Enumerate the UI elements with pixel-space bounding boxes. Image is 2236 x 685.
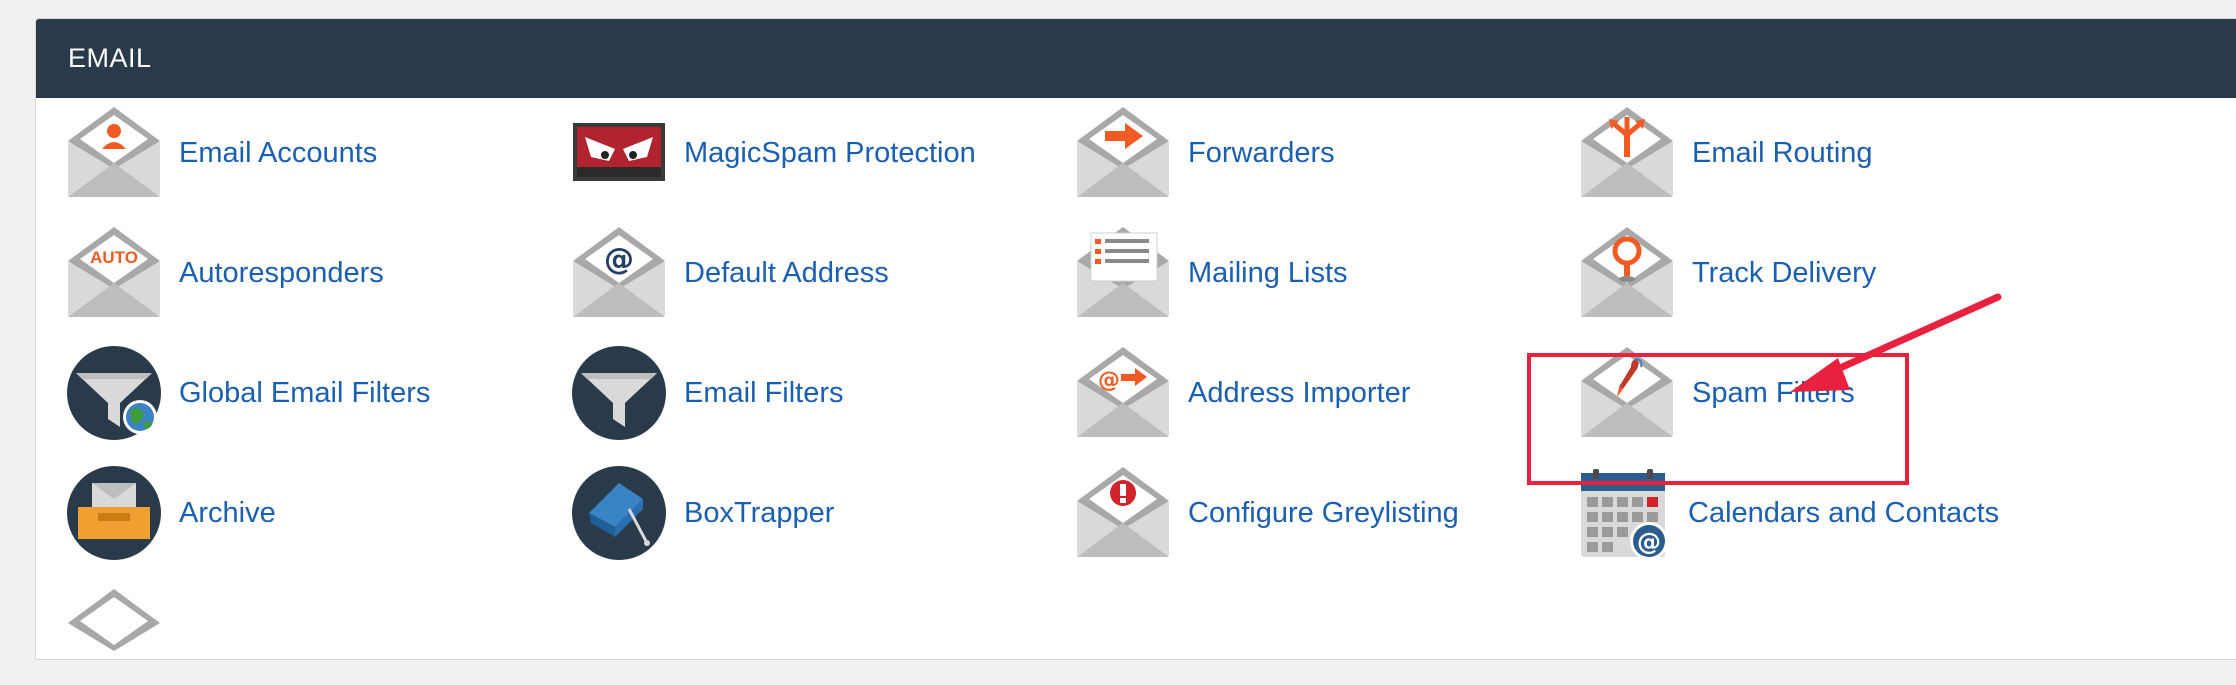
email-routing-link[interactable]: Email Routing <box>1579 103 1873 203</box>
item-label: Email Accounts <box>179 136 378 169</box>
item-label: Configure Greylisting <box>1188 496 1459 529</box>
item-label: Autoresponders <box>179 256 384 289</box>
track-delivery-link[interactable]: Track Delivery <box>1579 223 1876 323</box>
item-label: Email Routing <box>1692 136 1873 169</box>
boxtrapper-icon <box>571 465 667 561</box>
envelope-at-arrow-icon: @ <box>1075 345 1171 441</box>
item-label: Address Importer <box>1188 376 1411 409</box>
email-accounts-link[interactable]: Email Accounts <box>66 103 377 203</box>
email-filters-link[interactable]: Email Filters <box>571 343 844 443</box>
item-label: Calendars and Contacts <box>1688 496 2000 529</box>
archive-box-icon <box>66 465 162 561</box>
section-header: EMAIL <box>36 19 2236 98</box>
global-email-filters-link[interactable]: Global Email Filters <box>66 343 430 443</box>
envelope-pin-icon <box>1579 225 1675 321</box>
magicspam-protection-link[interactable]: MagicSpam Protection <box>571 103 976 203</box>
envelope-arrow-icon <box>1075 105 1171 201</box>
section-title: EMAIL <box>68 43 152 73</box>
envelope-icon <box>66 587 162 683</box>
mailing-lists-link[interactable]: Mailing Lists <box>1075 223 1348 323</box>
archive-link[interactable]: Archive <box>66 463 276 563</box>
spam-filters-highlight-box <box>1527 353 1909 485</box>
envelope-alert-icon <box>1075 465 1171 561</box>
forwarders-link[interactable]: Forwarders <box>1075 103 1335 203</box>
item-label: BoxTrapper <box>684 496 835 529</box>
funnel-icon <box>571 345 667 441</box>
magicspam-eyes-icon <box>571 105 667 201</box>
item-label: Mailing Lists <box>1188 256 1348 289</box>
envelope-routing-icon <box>1579 105 1675 201</box>
svg-text:@: @ <box>1637 528 1661 556</box>
svg-text:@: @ <box>604 242 634 277</box>
item-label: Email Filters <box>684 376 844 409</box>
item-label: Track Delivery <box>1692 256 1877 289</box>
item-label: MagicSpam Protection <box>684 136 976 169</box>
item-label: Forwarders <box>1188 136 1335 169</box>
configure-greylisting-link[interactable]: Configure Greylisting <box>1075 463 1459 563</box>
boxtrapper-link[interactable]: BoxTrapper <box>571 463 834 563</box>
envelope-auto-icon: AUTO <box>66 225 162 321</box>
item-label: Global Email Filters <box>179 376 431 409</box>
envelope-at-icon: @ <box>571 225 667 321</box>
partial-next-row-item[interactable] <box>66 585 162 685</box>
email-section-panel: EMAIL Email Accounts MagicSpam Protectio… <box>35 18 2236 660</box>
svg-text:@: @ <box>1098 368 1120 393</box>
address-importer-link[interactable]: @ Address Importer <box>1075 343 1410 443</box>
funnel-globe-icon <box>66 345 162 441</box>
envelope-list-icon <box>1075 225 1171 321</box>
default-address-link[interactable]: @ Default Address <box>571 223 889 323</box>
envelope-person-icon <box>66 105 162 201</box>
svg-text:AUTO: AUTO <box>90 248 138 267</box>
item-label: Archive <box>179 496 276 529</box>
item-label: Default Address <box>684 256 889 289</box>
autoresponders-link[interactable]: AUTO Autoresponders <box>66 223 384 323</box>
